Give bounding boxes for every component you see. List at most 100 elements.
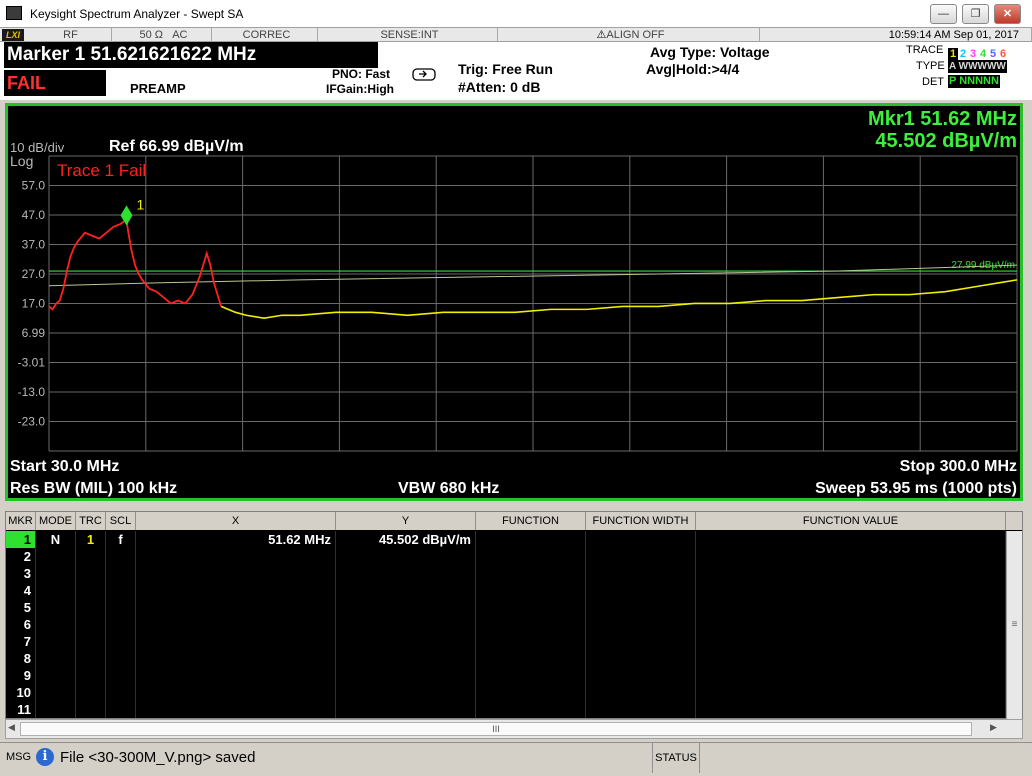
table-row[interactable]: 10 [6, 684, 1006, 701]
table-row[interactable]: 8 [6, 650, 1006, 667]
sense-label: SENSE:INT [318, 28, 498, 42]
marker-number: 2 [6, 548, 36, 565]
spectrum-display[interactable]: 57.0 47.0 37.0 27.0 17.0 6.99 -3.01 -13.0 -23.0 2… [5, 103, 1023, 501]
avg-hold-label: Avg|Hold:>4/4 [646, 61, 740, 77]
table-cell [586, 650, 696, 667]
x-value [136, 548, 336, 565]
y-value [336, 701, 476, 718]
column-header[interactable]: Y [336, 512, 476, 530]
table-row[interactable]: 1 N 1 f 51.62 MHz 45.502 dBµV/m [6, 531, 1006, 548]
type-row: A WWWWW [948, 60, 1007, 73]
column-header[interactable]: MODE [36, 512, 76, 530]
table-cell [696, 633, 1006, 650]
ref-level-label[interactable]: Ref 66.99 dBµV/m [109, 138, 244, 156]
table-body[interactable]: 1 N 1 f 51.62 MHz 45.502 dBµV/m 2 3 4 5 6 7 8 9 10 11 [6, 531, 1006, 719]
table-cell: f [106, 531, 136, 548]
trigger-label: Trig: Free Run [458, 61, 553, 77]
y-tick-label: 6.99 [22, 326, 46, 340]
table-cell [106, 599, 136, 616]
y-tick-label: 17.0 [22, 297, 46, 311]
x-value [136, 565, 336, 582]
table-cell [36, 582, 76, 599]
column-header[interactable]: SCL [106, 512, 136, 530]
column-header[interactable]: FUNCTION VALUE [696, 512, 1006, 530]
table-cell [586, 582, 696, 599]
table-cell [476, 565, 586, 582]
trace-indicator: TRACE 123456 TYPE A WWWWW DET P NNNNN [906, 44, 1026, 90]
table-cell [476, 548, 586, 565]
table-cell [696, 599, 1006, 616]
table-cell [586, 701, 696, 718]
table-row[interactable]: 7 [6, 633, 1006, 650]
msg-label: MSG [6, 751, 32, 763]
table-cell [36, 667, 76, 684]
table-row[interactable]: 5 [6, 599, 1006, 616]
spectrum-plot[interactable]: 57.047.037.027.017.06.99-3.01-13.0-23.02… [8, 106, 1020, 498]
table-cell [36, 701, 76, 718]
trace-cell [76, 616, 106, 633]
table-row[interactable]: 9 [6, 667, 1006, 684]
x-value [136, 616, 336, 633]
trace-cell [76, 701, 106, 718]
table-row[interactable]: 3 [6, 565, 1006, 582]
table-cell [476, 582, 586, 599]
trace-cell: 1 [76, 531, 106, 548]
table-cell: N [36, 531, 76, 548]
table-cell [476, 667, 586, 684]
preamp-label: PREAMP [130, 81, 186, 96]
y-value [336, 548, 476, 565]
vertical-scrollbar[interactable]: ≡ [1006, 531, 1022, 719]
table-cell [106, 582, 136, 599]
column-header[interactable]: FUNCTION [476, 512, 586, 530]
scroll-right-arrow[interactable]: ▶ [990, 722, 997, 733]
table-row[interactable]: 2 [6, 548, 1006, 565]
marker-table[interactable]: MKR MODE TRC SCL X Y FUNCTION FUNCTION WIDTH FUN… [5, 511, 1023, 719]
table-row[interactable]: 11 [6, 701, 1006, 718]
column-header[interactable]: TRC [76, 512, 106, 530]
table-cell [36, 599, 76, 616]
table-cell [36, 633, 76, 650]
message-bar: MSG i File <30-300M_V.png> saved STATUS [0, 742, 1032, 773]
table-cell [36, 616, 76, 633]
table-cell [586, 599, 696, 616]
column-header[interactable]: MKR [6, 512, 36, 530]
correction-label: CORREC [212, 28, 318, 42]
vbw-label[interactable]: VBW 680 kHz [398, 480, 499, 498]
marker-readout[interactable]: Marker 1 51.621621622 MHz [4, 42, 378, 68]
table-cell [36, 684, 76, 701]
table-row[interactable]: 6 [6, 616, 1006, 633]
column-header[interactable]: X [136, 512, 336, 530]
table-cell [586, 684, 696, 701]
table-cell [696, 531, 1006, 548]
status-strip: LXI RF 50 Ω AC CORREC SENSE:INT ⚠ALIGN O… [0, 28, 1032, 42]
table-cell [476, 616, 586, 633]
atten-label: #Atten: 0 dB [458, 79, 541, 95]
column-header[interactable]: FUNCTION WIDTH [586, 512, 696, 530]
scroll-thumb[interactable]: III [20, 722, 972, 736]
start-freq-label[interactable]: Start 30.0 MHz [10, 458, 119, 476]
marker-1-label: 1 [137, 196, 145, 212]
marker-number: 10 [6, 684, 36, 701]
y-tick-label: 47.0 [22, 208, 46, 222]
scroll-left-arrow[interactable]: ◀ [8, 722, 15, 733]
minimize-button[interactable]: — [930, 4, 957, 24]
x-value [136, 667, 336, 684]
trace-1-fail-segment [48, 217, 222, 311]
y-value [336, 650, 476, 667]
table-cell [696, 684, 1006, 701]
horizontal-scrollbar[interactable]: ◀ III ▶ [5, 719, 1023, 739]
restore-button[interactable]: ❐ [962, 4, 989, 24]
table-cell [476, 531, 586, 548]
table-cell [696, 565, 1006, 582]
table-row[interactable]: 4 [6, 582, 1006, 599]
marker-number: 4 [6, 582, 36, 599]
sweep-label[interactable]: Sweep 53.95 ms (1000 pts) [815, 480, 1017, 498]
x-value [136, 599, 336, 616]
table-cell [586, 616, 696, 633]
table-header: MKR MODE TRC SCL X Y FUNCTION FUNCTION WIDTH FUN… [6, 512, 1022, 530]
stop-freq-label[interactable]: Stop 300.0 MHz [900, 458, 1017, 476]
table-cell [476, 599, 586, 616]
table-cell [36, 650, 76, 667]
close-button[interactable]: ✕ [994, 4, 1021, 24]
rbw-label[interactable]: Res BW (MIL) 100 kHz [10, 480, 177, 498]
